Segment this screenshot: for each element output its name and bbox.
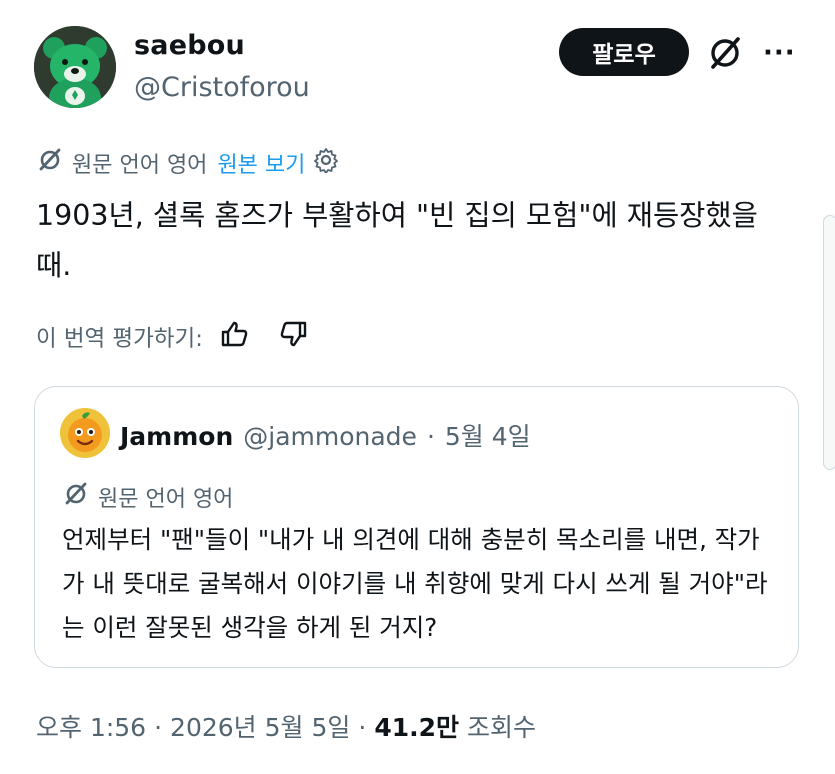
original-language-label: 원문 언어 영어 [72, 153, 208, 178]
quoted-translation-bar: 원문 언어 영어 [62, 480, 233, 514]
quoted-author-avatar[interactable] [60, 408, 110, 458]
translate-icon [62, 480, 90, 514]
translation-rating: 이 번역 평가하기: [36, 318, 309, 356]
author-handle[interactable]: @Cristoforou [134, 72, 310, 103]
quoted-tweet-header: Jammon @jammonade · 5월 4일 [120, 417, 531, 453]
translate-icon [36, 146, 64, 180]
side-scroll-panel-edge[interactable] [823, 215, 835, 470]
thumbs-down-icon[interactable] [277, 318, 309, 356]
green-bear-avatar-image [34, 26, 116, 108]
tweet-text: 1903년, 셜록 홈즈가 부활하여 "빈 집의 모험"에 재등장했을 때. [36, 199, 758, 282]
quoted-tweet-text: 언제부터 "팬"들이 "내가 내 의견에 대해 충분히 목소리를 내면, 작가가… [62, 525, 768, 642]
meta-separator: · [426, 422, 435, 451]
quoted-tweet-date[interactable]: 5월 4일 [445, 417, 531, 453]
orange-character-avatar-image [60, 408, 110, 458]
quoted-author-handle[interactable]: @jammonade [243, 422, 417, 451]
thumbs-up-icon[interactable] [219, 318, 251, 356]
quoted-original-language-label: 원문 언어 영어 [98, 487, 234, 512]
rate-translation-label: 이 번역 평가하기: [36, 326, 203, 352]
show-original-link[interactable]: 원본 보기 [217, 147, 305, 179]
settings-gear-icon[interactable] [313, 147, 339, 179]
author-avatar[interactable] [34, 26, 116, 108]
meta-separator: · [358, 713, 367, 742]
tweet-date[interactable]: 2026년 5월 5일 [170, 708, 350, 744]
tweet-meta-footer: 오후 1:56 · 2026년 5월 5일 · 41.2만 조회수 [36, 708, 536, 744]
views-count: 41.2만 [374, 713, 460, 742]
author-display-name[interactable]: saebou [134, 30, 245, 61]
follow-button[interactable]: 팔로우 [559, 28, 689, 76]
views-label: 조회수 [467, 713, 537, 742]
translation-bar: 원문 언어 영어 원본 보기 [36, 146, 339, 180]
grok-icon[interactable] [705, 33, 745, 73]
quoted-author-name[interactable]: Jammon [120, 422, 233, 451]
tweet-time[interactable]: 오후 1:56 [36, 708, 146, 744]
meta-separator: · [154, 713, 163, 742]
more-options-icon[interactable]: ··· [763, 38, 796, 68]
